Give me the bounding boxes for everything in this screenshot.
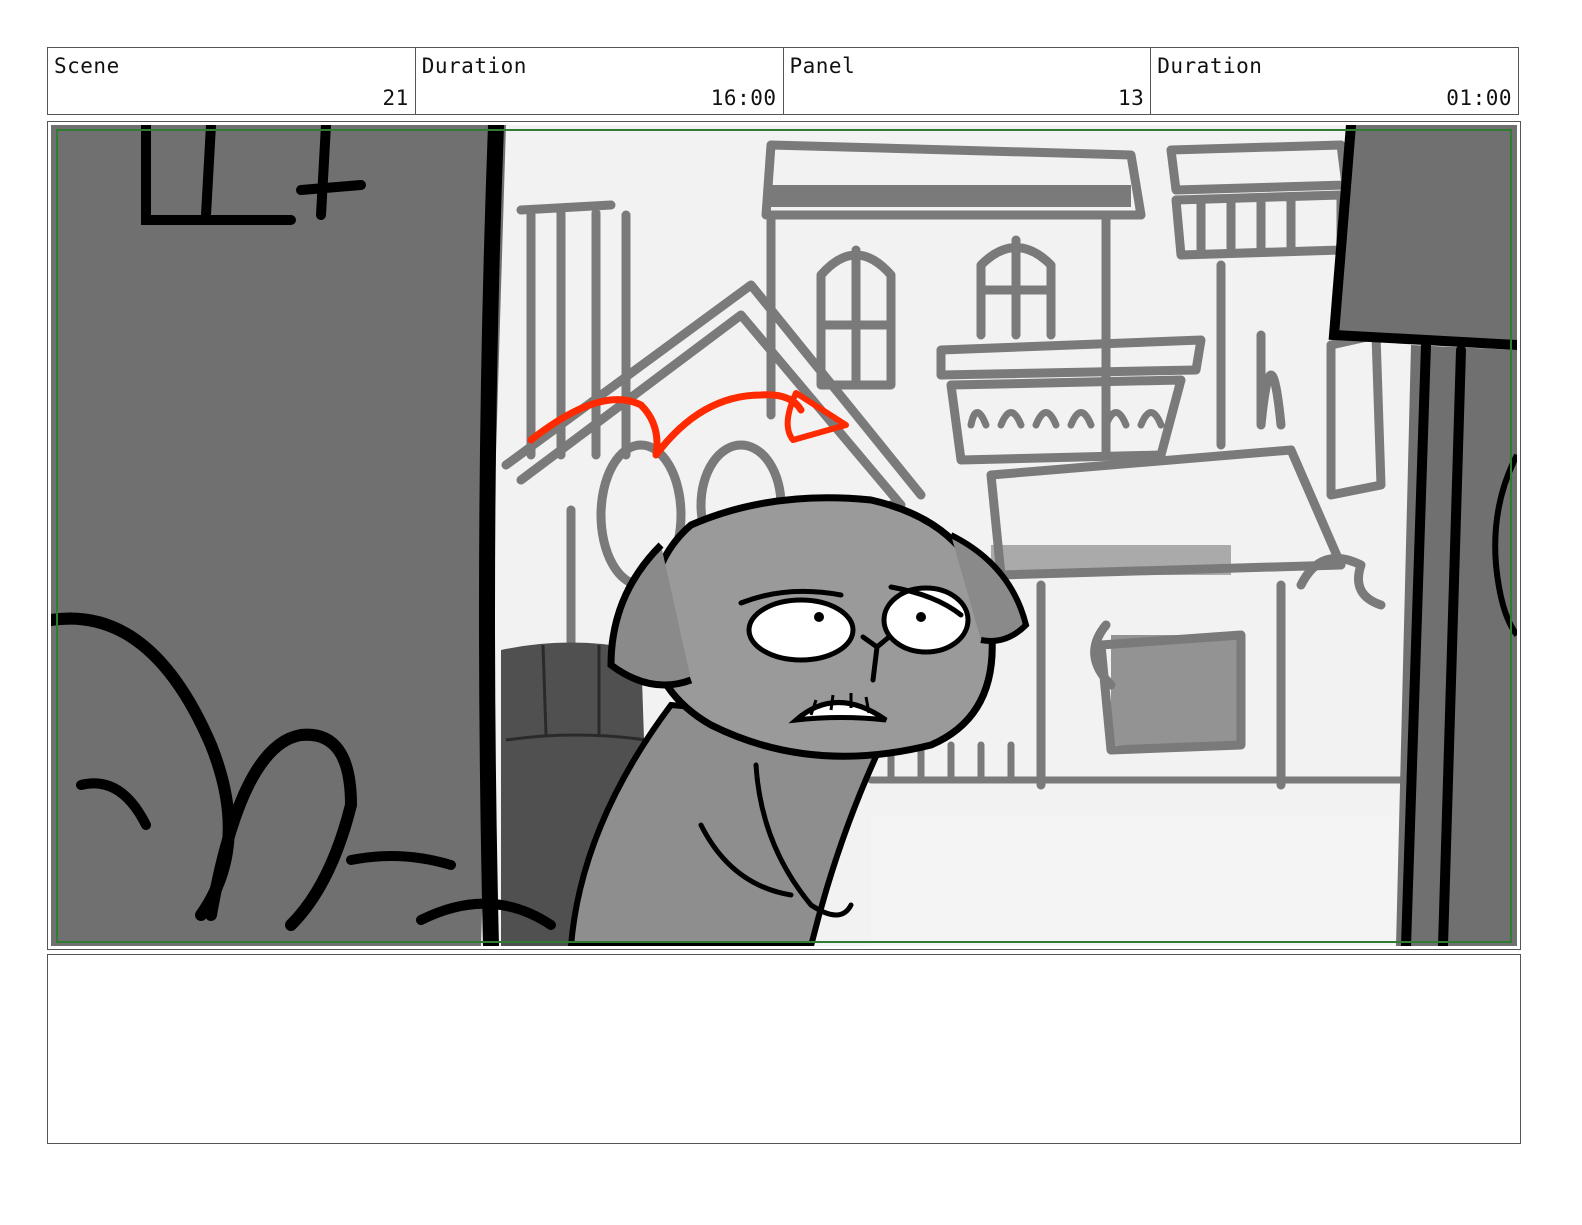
- storyboard-frame: [47, 121, 1521, 950]
- panel-duration-value: 01:00: [1446, 86, 1512, 110]
- right-wall-top: [1331, 125, 1517, 345]
- street-ground: [871, 815, 1451, 946]
- dog-pupil-left: [814, 612, 824, 622]
- scene-duration-label: Duration: [421, 54, 527, 78]
- storyboard-drawing: [51, 125, 1517, 946]
- panel-info-header: Scene 21 Duration 16:00 Panel 13 Duratio…: [47, 47, 1519, 115]
- bg-fill-awning: [991, 545, 1231, 575]
- scene-duration-cell: Duration 16:00: [416, 48, 784, 114]
- panel-notes[interactable]: [47, 954, 1521, 1144]
- left-wall-fill: [51, 125, 506, 946]
- scene-duration-value: 16:00: [710, 86, 777, 110]
- dog-eye-left: [746, 597, 856, 663]
- bg-fill-shop: [1111, 635, 1241, 745]
- panel-cell: Panel 13: [784, 48, 1152, 114]
- scene-label: Scene: [54, 54, 120, 78]
- bg-fill-band: [771, 185, 1131, 207]
- panel-label: Panel: [789, 54, 856, 78]
- left-wall-edge: [479, 125, 504, 946]
- dog-pupil-right: [916, 612, 926, 622]
- scene-cell: Scene 21: [48, 48, 416, 114]
- panel-duration-cell: Duration 01:00: [1151, 48, 1518, 114]
- panel-number: 13: [1117, 86, 1145, 110]
- scene-number: 21: [382, 86, 409, 110]
- foreground-wall-left: [51, 125, 556, 946]
- panel-duration-label: Duration: [1157, 54, 1263, 78]
